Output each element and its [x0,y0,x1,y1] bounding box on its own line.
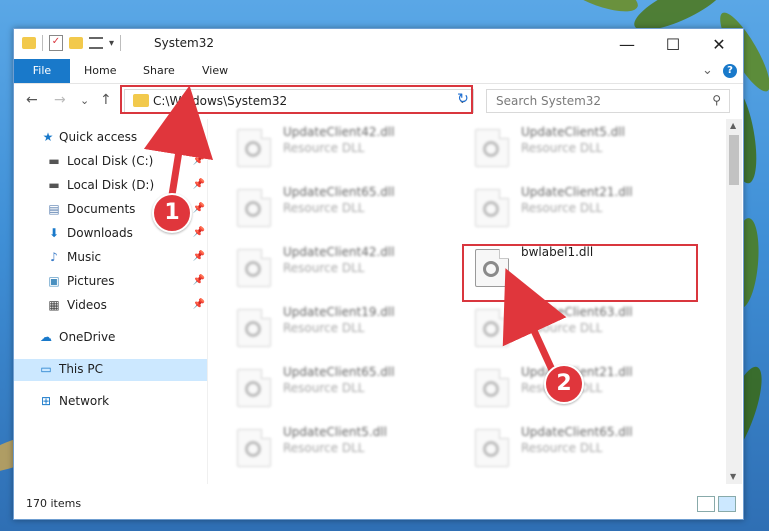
callout-arrows [143,85,567,374]
callout-badge-one: 1 [152,193,192,233]
callout-badge-two: 2 [544,364,584,404]
arrow-one [143,85,214,196]
arrow-two [502,268,567,374]
